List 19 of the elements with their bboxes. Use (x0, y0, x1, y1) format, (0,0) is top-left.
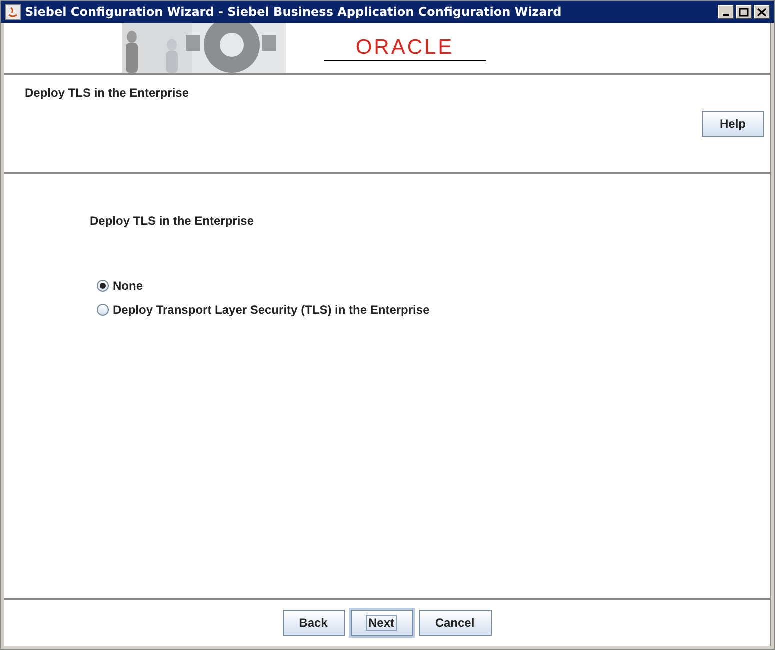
wizard-button[interactable]: Next (350, 610, 412, 636)
close-icon (757, 8, 767, 16)
window-title: Siebel Configuration Wizard - Siebel Business Application Configuration Wizard (25, 4, 562, 21)
oracle-logo: ORACLE (356, 37, 454, 58)
maximize-icon (739, 8, 749, 16)
section-heading: Deploy TLS in the Enterprise (90, 213, 256, 230)
radio-icon[interactable] (97, 280, 109, 292)
minimize-button[interactable] (718, 5, 734, 19)
radio-option[interactable]: None (90, 274, 143, 298)
help-button[interactable]: Help (702, 111, 764, 137)
radio-option[interactable]: Deploy Transport Layer Security (TLS) in the Enterprise (90, 298, 430, 322)
close-button[interactable] (754, 5, 770, 19)
radio-icon[interactable] (97, 304, 109, 316)
app-icon (5, 4, 21, 20)
minimize-icon (723, 14, 729, 16)
maximize-button[interactable] (736, 5, 752, 19)
wizard-button[interactable]: Cancel (418, 610, 492, 636)
wizard-button[interactable]: Back (282, 610, 344, 636)
header-title: Deploy TLS in the Enterprise (25, 86, 190, 100)
